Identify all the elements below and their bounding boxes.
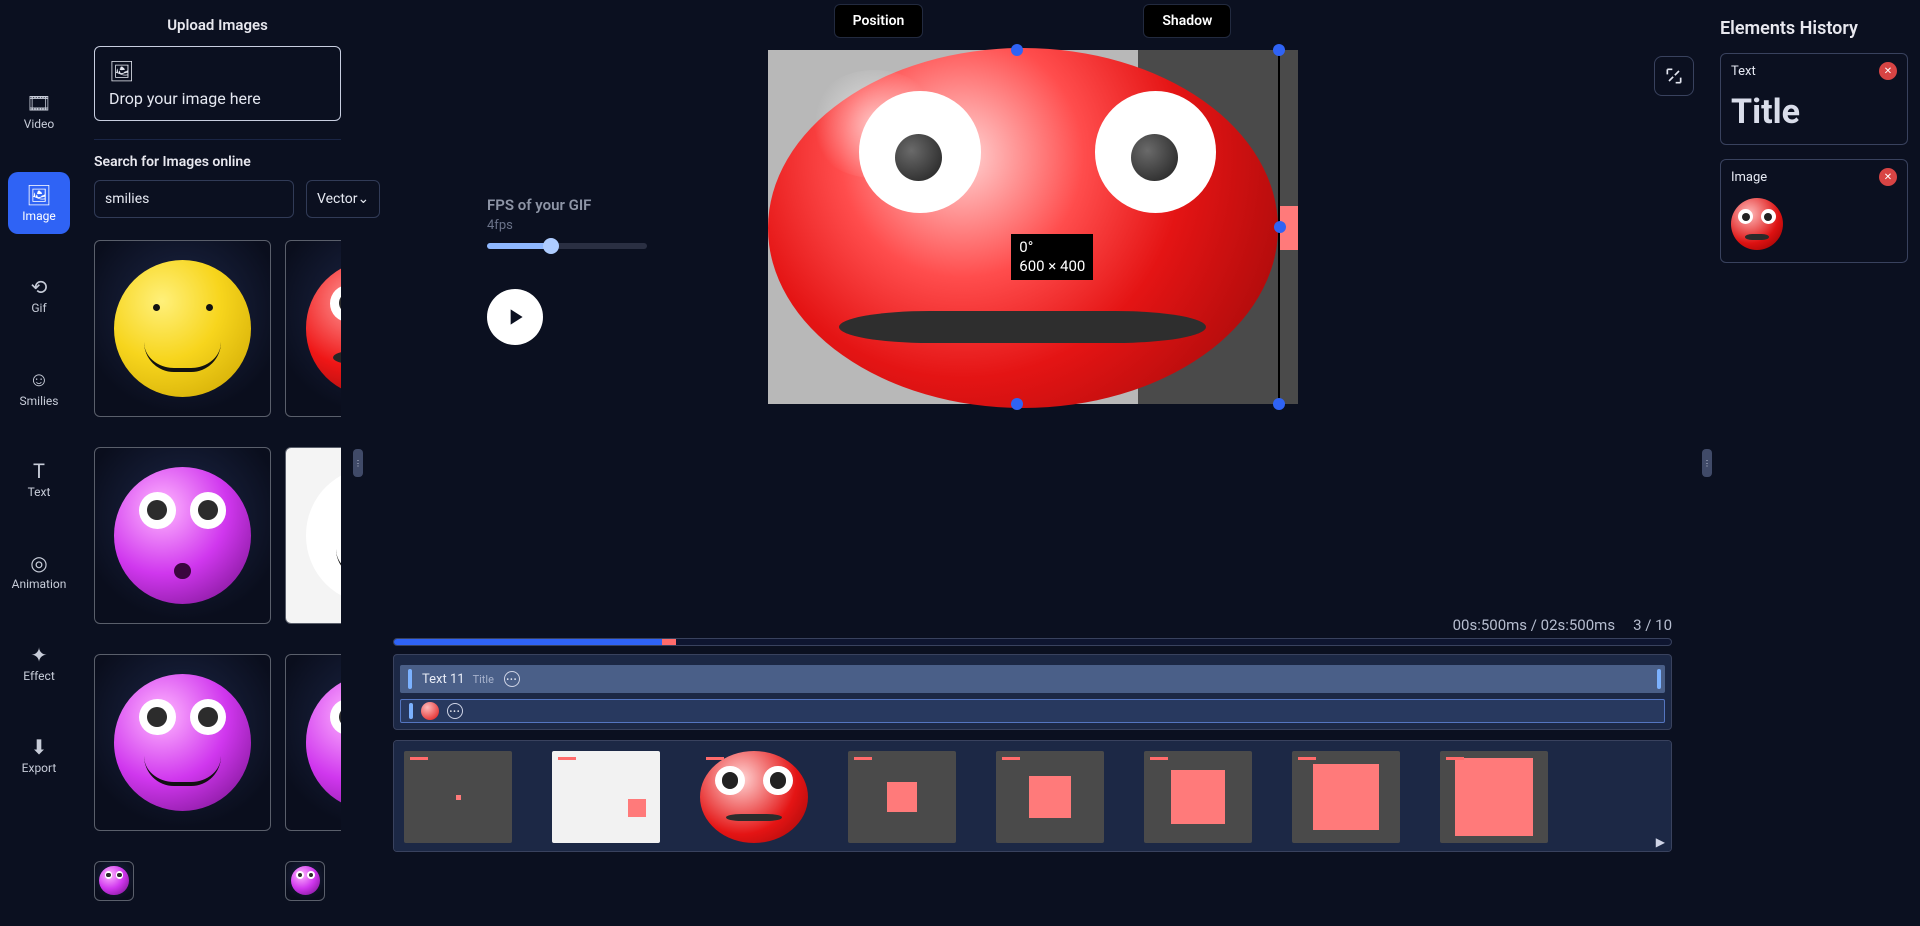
history-item-text[interactable]: Text ✕ Title [1720, 53, 1908, 145]
nav-label: Effect [23, 669, 55, 683]
selection-dimensions: 600 × 400 [1019, 257, 1085, 276]
canvas[interactable]: 0° 600 × 400 [768, 50, 1298, 404]
image-result[interactable] [285, 654, 341, 831]
canvas-image-element[interactable] [768, 48, 1278, 408]
center-area: Position Shadow FPS of your GIF 4fps [357, 0, 1708, 926]
delete-button[interactable]: ✕ [1879, 168, 1897, 186]
selection-handle[interactable] [1274, 221, 1286, 233]
tool-nav: 🎞 Video 🖼 Image ⟲ Gif ☺ Smilies T Text ◎ Animation ✦… [0, 0, 78, 926]
nav-item-video[interactable]: 🎞 Video [8, 80, 70, 142]
track-menu-button[interactable]: ••• [447, 703, 463, 719]
image-icon: 🖼 [109, 59, 326, 83]
search-label: Search for Images online [94, 139, 341, 170]
nav-item-animation[interactable]: ◎ Animation [8, 540, 70, 602]
search-results [94, 240, 341, 926]
history-item-image[interactable]: Image ✕ [1720, 159, 1908, 263]
selection-handle[interactable] [1011, 44, 1023, 56]
nav-label: Video [24, 117, 55, 131]
timeline: 00s:500ms / 02s:500ms 3 / 10 Text 11 Tit… [357, 616, 1708, 926]
text-icon: T [33, 459, 45, 483]
history-image-preview [1731, 198, 1783, 250]
track-handle[interactable] [408, 669, 412, 689]
selection-rotation: 0° [1019, 238, 1085, 257]
position-button[interactable]: Position [834, 4, 924, 38]
nav-label: Gif [31, 301, 46, 315]
shadow-button[interactable]: Shadow [1143, 4, 1231, 38]
nav-item-text[interactable]: T Text [8, 448, 70, 510]
scroll-right-icon[interactable]: ▶ [1656, 835, 1665, 849]
frame-thumb[interactable] [1440, 751, 1548, 843]
frame-thumb[interactable] [552, 751, 660, 843]
fullscreen-icon [1664, 66, 1684, 86]
image-result[interactable] [94, 240, 271, 417]
animation-icon: ◎ [30, 551, 47, 575]
nav-item-gif[interactable]: ⟲ Gif [8, 264, 70, 326]
track-handle[interactable] [1657, 669, 1661, 689]
video-icon: 🎞 [26, 91, 51, 115]
delete-button[interactable]: ✕ [1879, 62, 1897, 80]
timeline-track-image[interactable]: ••• [400, 699, 1665, 723]
image-result[interactable] [94, 861, 134, 901]
upload-title: Upload Images [94, 16, 341, 34]
frame-thumb[interactable] [848, 751, 956, 843]
left-panel: Upload Images 🖼 Drop your image here Sea… [78, 0, 357, 926]
timeline-progress[interactable] [393, 638, 1672, 646]
track-thumb [421, 702, 439, 720]
history-item-type: Image [1731, 170, 1767, 185]
image-result[interactable] [94, 447, 271, 624]
nav-label: Image [22, 209, 55, 223]
image-result[interactable] [285, 447, 341, 624]
search-input[interactable] [94, 180, 294, 218]
fps-control: FPS of your GIF 4fps [487, 196, 647, 616]
gif-icon: ⟲ [31, 275, 48, 299]
image-result[interactable] [285, 240, 341, 417]
timeline-frame-count: 3 / 10 [1633, 616, 1672, 634]
right-panel: ⋮ Elements History Text ✕ Title Image ✕ [1708, 0, 1920, 926]
fps-value: 4fps [487, 218, 647, 233]
dropzone[interactable]: 🖼 Drop your image here [94, 46, 341, 121]
frame-thumb[interactable] [1144, 751, 1252, 843]
history-item-type: Text [1731, 64, 1756, 79]
timeline-time: 00s:500ms / 02s:500ms [1453, 616, 1615, 634]
dropzone-label: Drop your image here [109, 89, 326, 108]
nav-label: Export [22, 761, 57, 775]
history-text-preview: Title [1731, 92, 1897, 132]
fps-label: FPS of your GIF [487, 196, 647, 214]
nav-label: Smilies [20, 394, 59, 408]
canvas-topbar: Position Shadow [357, 0, 1708, 46]
timeline-track-text[interactable]: Text 11 Title ••• [400, 665, 1665, 693]
fps-slider[interactable] [487, 243, 647, 249]
track-sub: Title [473, 673, 494, 686]
nav-item-effect[interactable]: ✦ Effect [8, 632, 70, 694]
search-type-value: Vector [317, 191, 358, 207]
export-icon: ⬇ [31, 735, 48, 759]
track-menu-button[interactable]: ••• [504, 671, 520, 687]
track-label: Text 11 [422, 672, 465, 687]
play-button[interactable] [487, 289, 543, 345]
image-result[interactable] [285, 861, 325, 901]
play-icon [502, 304, 528, 330]
frame-thumb[interactable] [1292, 751, 1400, 843]
timeline-tracks: Text 11 Title ••• ••• [393, 654, 1672, 730]
image-icon: 🖼 [26, 183, 51, 207]
nav-item-export[interactable]: ⬇ Export [8, 724, 70, 786]
effect-icon: ✦ [31, 643, 48, 667]
image-result[interactable] [94, 654, 271, 831]
frame-thumb[interactable] [404, 751, 512, 843]
track-handle[interactable] [409, 703, 413, 718]
history-title: Elements History [1720, 18, 1908, 39]
selection-handle[interactable] [1011, 398, 1023, 410]
nav-label: Text [28, 485, 51, 499]
panel-resize-handle[interactable]: ⋮ [1702, 449, 1712, 477]
selection-info: 0° 600 × 400 [1011, 234, 1093, 280]
fullscreen-button[interactable] [1654, 56, 1694, 96]
nav-label: Animation [12, 577, 67, 591]
nav-item-smilies[interactable]: ☺ Smilies [8, 356, 70, 418]
frame-thumb[interactable] [996, 751, 1104, 843]
smilies-icon: ☺ [29, 367, 49, 392]
nav-item-image[interactable]: 🖼 Image [8, 172, 70, 234]
frame-strip[interactable]: ▶ [393, 740, 1672, 852]
frame-thumb[interactable] [700, 751, 808, 843]
stage: FPS of your GIF 4fps [357, 46, 1708, 616]
